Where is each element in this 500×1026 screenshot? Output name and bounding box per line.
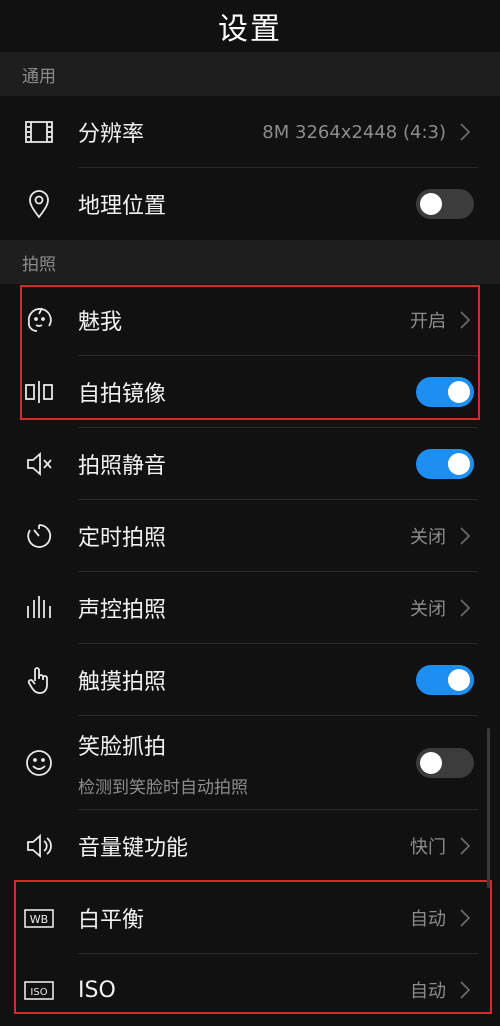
chevron-right-icon [454,597,476,619]
setting-value: 关闭 [410,599,446,620]
section-title: 通用 [22,66,56,87]
setting-label: 地理位置 [78,194,167,219]
setting-voice-control[interactable]: 声控拍照 关闭 [0,572,500,644]
setting-value: 8M 3264x2448 (4:3) [262,121,446,143]
beauty-face-icon [22,303,56,337]
page-title: 设置 [218,12,282,47]
chevron-right-icon [454,525,476,547]
speaker-icon [22,829,56,863]
timer-icon [22,519,56,553]
svg-text:ISO: ISO [30,987,47,998]
setting-value: 快门 [410,837,446,858]
setting-label: 分辨率 [78,122,145,147]
svg-text:WB: WB [30,913,48,926]
setting-selfie-mirror: 自拍镜像 [0,356,500,428]
setting-label: 音量键功能 [78,836,189,861]
setting-value: 关闭 [410,527,446,548]
toggle-knob [448,669,470,691]
touch-capture-toggle[interactable] [416,665,474,695]
toggle-knob [448,453,470,475]
section-header-general: 通用 [0,52,500,96]
setting-volume-key[interactable]: 音量键功能 快门 [0,810,500,882]
section-title: 拍照 [22,254,56,275]
shutter-mute-toggle[interactable] [416,449,474,479]
setting-label: 笑脸抓拍 [78,734,167,760]
setting-resolution[interactable]: 分辨率 8M 3264x2448 (4:3) [0,96,500,168]
setting-label: 定时拍照 [78,526,167,551]
setting-value: 自动 [410,909,446,930]
audio-bars-icon [22,591,56,625]
setting-label: 魅我 [78,310,123,335]
smile-icon [22,746,56,780]
resolution-icon [22,115,56,149]
section-header-photo: 拍照 [0,240,500,284]
toggle-knob [448,381,470,403]
scrollbar[interactable] [487,728,490,888]
setting-label: 自拍镜像 [78,382,167,407]
setting-shutter-mute: 拍照静音 [0,428,500,500]
setting-beauty[interactable]: 魅我 开启 [0,284,500,356]
setting-label: 白平衡 [78,908,145,933]
app-header: 设置 [0,0,500,52]
setting-iso[interactable]: ISO ISO 自动 [0,954,500,1026]
chevron-right-icon [454,835,476,857]
toggle-knob [420,193,442,215]
setting-value: 自动 [410,981,446,1002]
chevron-right-icon [454,309,476,331]
hand-touch-icon [22,663,56,697]
toggle-knob [420,752,442,774]
iso-icon: ISO [22,973,56,1007]
setting-label: ISO [78,977,116,1003]
setting-label: 声控拍照 [78,598,167,623]
setting-label: 触摸拍照 [78,670,167,695]
setting-smile-capture: 笑脸抓拍 检测到笑脸时自动拍照 [0,716,500,810]
setting-location: 地理位置 [0,168,500,240]
chevron-right-icon [454,121,476,143]
location-toggle[interactable] [416,189,474,219]
setting-description: 检测到笑脸时自动拍照 [78,777,248,798]
setting-value: 开启 [410,311,446,332]
chevron-right-icon [454,907,476,929]
setting-touch-capture: 触摸拍照 [0,644,500,716]
chevron-right-icon [454,979,476,1001]
setting-label: 拍照静音 [78,454,167,479]
smile-capture-toggle[interactable] [416,748,474,778]
wb-icon: WB [22,901,56,935]
mute-speaker-icon [22,447,56,481]
setting-timer[interactable]: 定时拍照 关闭 [0,500,500,572]
selfie-mirror-toggle[interactable] [416,377,474,407]
setting-white-balance[interactable]: WB 白平衡 自动 [0,882,500,954]
mirror-icon [22,375,56,409]
location-pin-icon [22,187,56,221]
